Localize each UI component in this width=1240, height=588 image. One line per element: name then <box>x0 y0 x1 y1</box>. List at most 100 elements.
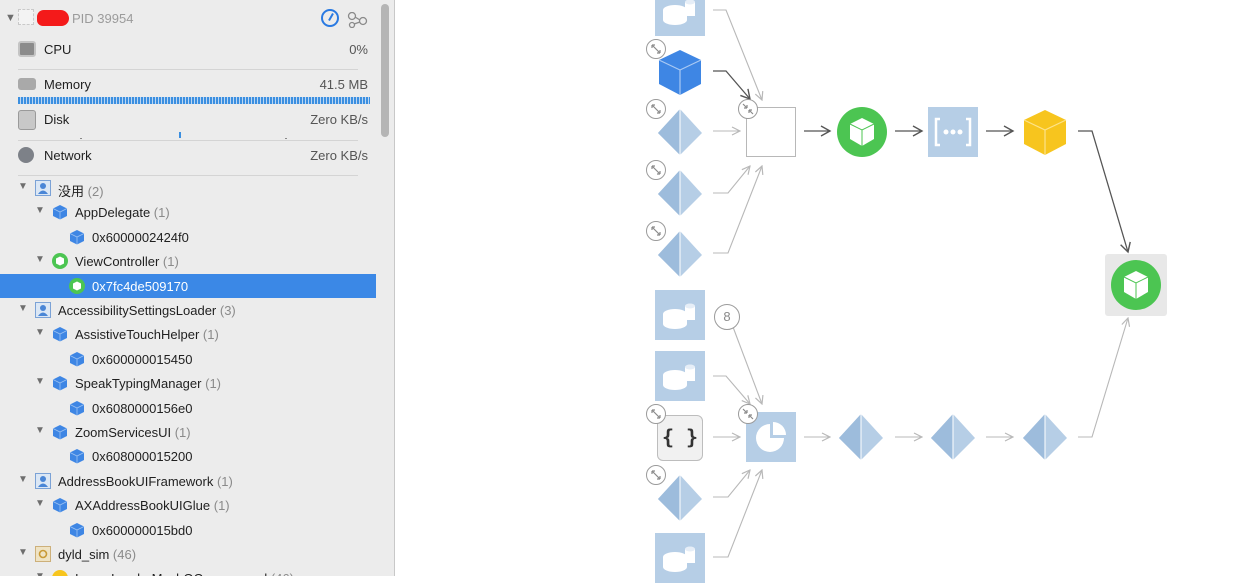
class-cube-icon <box>52 497 68 513</box>
tree-row[interactable]: ▼ AssistiveTouchHelper (1) <box>0 322 376 346</box>
disclosure-triangle-icon[interactable]: ▼ <box>35 425 45 436</box>
process-row[interactable]: ▼ PID 39954 <box>0 6 378 30</box>
expand-badge-icon[interactable] <box>646 404 666 424</box>
disclosure-triangle-icon[interactable]: ▼ <box>35 327 45 338</box>
expand-badge-icon[interactable] <box>646 39 666 59</box>
tree-row[interactable]: ▼ AddressBookUIFramework (1) <box>0 469 376 493</box>
tree-row-label: SpeakTypingManager (1) <box>75 376 221 391</box>
tree-row[interactable]: ▼ dyld_sim (46) <box>0 542 376 566</box>
expand-badge-icon[interactable] <box>646 221 666 241</box>
redacted-process-name <box>37 10 69 26</box>
tree-row-count: (1) <box>202 327 219 343</box>
reference-count-label: 8 <box>714 304 740 330</box>
storage-node[interactable] <box>655 0 705 36</box>
disclosure-triangle-icon[interactable]: ▼ <box>35 254 45 265</box>
tree-row-label: 0x600000015bd0 <box>92 523 193 538</box>
disclosure-triangle-icon[interactable]: ▼ <box>5 12 16 24</box>
tree-row[interactable]: ▼ SpeakTypingManager (1) <box>0 371 376 395</box>
tree-row-label: AppDelegate (1) <box>75 205 170 220</box>
tree-row-label: ZoomServicesUI (1) <box>75 425 191 440</box>
disclosure-triangle-icon[interactable]: ▼ <box>35 571 45 576</box>
collapse-badge-icon[interactable] <box>738 99 758 119</box>
array-node[interactable] <box>928 107 978 157</box>
tree-row[interactable]: 0x600000015bd0 <box>0 518 376 542</box>
expand-badge-icon[interactable] <box>646 465 666 485</box>
reference-edge <box>713 166 750 194</box>
tree-row[interactable]: ▼ 没用 (2) <box>0 176 376 200</box>
tree-row-count: (1) <box>213 498 230 514</box>
memory-graph-navigator: ▼ PID 39954 CPU 0% Memory 41.5 MB Disk Z… <box>0 0 395 576</box>
sidebar-scrollbar[interactable] <box>381 4 389 137</box>
disclosure-triangle-icon[interactable]: ▼ <box>35 376 45 387</box>
cpu-icon <box>18 41 36 57</box>
storage-node[interactable] <box>655 290 705 340</box>
tree-row-count: (2) <box>87 184 104 199</box>
pyramid-node[interactable] <box>928 412 978 462</box>
disclosure-triangle-icon[interactable]: ▼ <box>18 181 28 192</box>
tree-row-label: 没用 (2) <box>58 181 104 200</box>
tree-row-count: (1) <box>162 254 179 270</box>
metric-disk[interactable]: Disk Zero KB/s <box>0 106 378 136</box>
disclosure-triangle-icon[interactable]: ▼ <box>18 474 28 485</box>
viewcontroller-icon <box>52 253 68 270</box>
tree-row[interactable]: 0x608000015200 <box>0 444 376 468</box>
metric-value: Zero KB/s <box>310 112 368 127</box>
metric-cpu[interactable]: CPU 0% <box>0 36 378 66</box>
tree-row-name: 没用 <box>58 184 85 199</box>
reference-edge <box>1078 130 1131 254</box>
tree-row[interactable]: ▼ AXAddressBookUIGlue (1) <box>0 493 376 517</box>
tree-row-name: 0x6000002424f0 <box>92 229 189 245</box>
tree-row-label: 0x608000015200 <box>92 449 193 464</box>
metric-label: Disk <box>44 112 70 127</box>
expand-badge-icon[interactable] <box>646 160 666 180</box>
tree-row[interactable]: ▼ AppDelegate (1) <box>0 200 376 224</box>
disclosure-triangle-icon[interactable]: ▼ <box>18 303 28 314</box>
reference-edge <box>713 470 750 498</box>
tree-row-label: ViewController (1) <box>75 254 179 269</box>
expand-badge-icon[interactable] <box>646 99 666 119</box>
tree-row-name: 0x600000015bd0 <box>92 522 193 538</box>
selected-root-node[interactable] <box>1105 254 1167 316</box>
tree-row-label: ImageLoaderMachOCompressed (46) <box>75 571 294 576</box>
tree-row[interactable]: 0x6080000156e0 <box>0 396 376 420</box>
metric-label: Memory <box>44 77 91 92</box>
tree-row-count: (3) <box>219 303 236 318</box>
viewcontroller-node[interactable] <box>836 106 888 158</box>
tree-row[interactable]: 0x7fc4de509170 <box>0 273 376 298</box>
metric-value: 41.5 MB <box>319 77 368 92</box>
memory-graph-canvas[interactable]: 8{ } <box>395 0 1240 583</box>
tree-row[interactable]: ▼ ViewController (1) <box>0 249 376 273</box>
reference-edge <box>713 375 750 404</box>
tree-row[interactable]: 0x6000002424f0 <box>0 225 376 249</box>
pyramid-node[interactable] <box>836 412 886 462</box>
tree-row-label: 0x6080000156e0 <box>92 401 193 416</box>
tree-row[interactable]: ▼ AccessibilitySettingsLoader (3) <box>0 298 376 322</box>
memory-graph-icon[interactable] <box>347 12 369 28</box>
tree-row-name: AddressBookUIFramework <box>58 473 214 489</box>
tree-row[interactable]: ▼ ImageLoaderMachOCompressed (46) <box>0 566 376 576</box>
yellow-object-node[interactable] <box>1020 107 1070 157</box>
disclosure-triangle-icon[interactable]: ▼ <box>18 547 28 558</box>
metric-network[interactable]: Network Zero KB/s <box>0 142 378 172</box>
pyramid-node[interactable] <box>1020 412 1070 462</box>
tree-row-name: ImageLoaderMachOCompressed <box>75 571 267 576</box>
count-badge[interactable]: 8 <box>714 304 740 330</box>
tree-row-name: 0x7fc4de509170 <box>92 278 189 294</box>
reference-edge <box>713 166 762 254</box>
disclosure-triangle-icon[interactable]: ▼ <box>35 205 45 216</box>
collapse-badge-icon[interactable] <box>738 404 758 424</box>
tree-row-count: (46) <box>271 571 294 576</box>
class-cube-icon <box>52 326 68 342</box>
disk-activity-tick <box>179 132 181 138</box>
debug-gauges-icon[interactable] <box>321 9 339 27</box>
tree-row[interactable]: ▼ ZoomServicesUI (1) <box>0 420 376 444</box>
tree-row-label: 0x7fc4de509170 <box>92 279 188 294</box>
divider <box>18 69 358 70</box>
tree-row[interactable]: 0x600000015450 <box>0 347 376 371</box>
tree-row-name: 0x6080000156e0 <box>92 400 193 416</box>
metric-value: Zero KB/s <box>310 148 368 163</box>
disclosure-triangle-icon[interactable]: ▼ <box>35 498 45 509</box>
memory-usage-bar <box>18 97 370 104</box>
storage-node[interactable] <box>655 351 705 401</box>
tree-row-count: (1) <box>205 376 221 392</box>
